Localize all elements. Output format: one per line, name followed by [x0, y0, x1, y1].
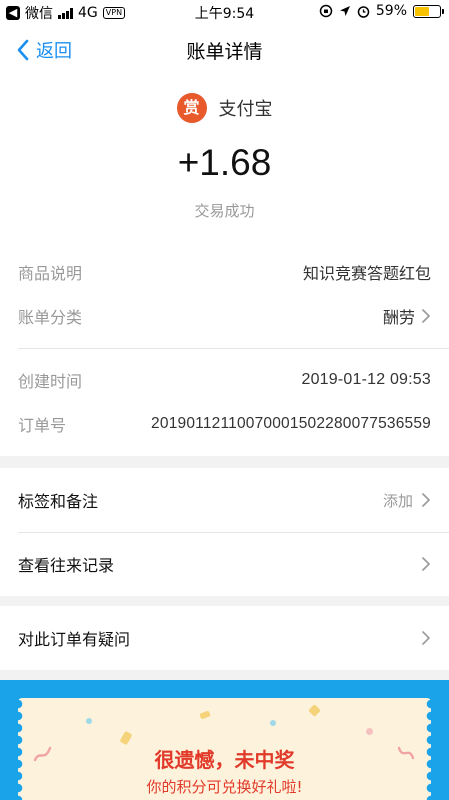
question-group: 对此订单有疑问	[0, 606, 449, 670]
merchant: 赏 支付宝	[0, 93, 449, 123]
actions-group: 标签和备注 添加 查看往来记录	[0, 468, 449, 596]
history-label: 查看往来记录	[18, 556, 115, 575]
order-row: 订单号 20190112110070001502280077536559	[18, 412, 431, 436]
chevron-right-icon	[422, 631, 431, 645]
promo-banner[interactable]: 很遗憾，未中奖 你的积分可兑换好礼啦!	[0, 680, 449, 800]
chevron-right-icon	[422, 557, 431, 571]
merchant-name: 支付宝	[218, 99, 273, 120]
confetti-decoration	[308, 704, 321, 717]
status-right: 59%	[319, 3, 444, 19]
confetti-decoration	[86, 718, 92, 724]
history-row[interactable]: 查看往来记录	[18, 532, 431, 596]
back-label: 返回	[36, 41, 72, 62]
status-left: ◀ 微信 4G VPN	[6, 3, 126, 23]
alarm-icon	[357, 5, 370, 18]
product-row: 商品说明 知识竞赛答题红包	[18, 260, 431, 284]
product-value: 知识竞赛答题红包	[302, 264, 431, 283]
category-value-group: 酬劳	[383, 304, 431, 328]
amount: +1.68	[177, 142, 272, 183]
promo-ticket[interactable]: 很遗憾，未中奖 你的积分可兑换好礼啦!	[18, 698, 431, 800]
location-icon	[339, 6, 350, 16]
trade-status: 交易成功	[194, 202, 255, 220]
question-row[interactable]: 对此订单有疑问	[18, 606, 431, 670]
merchant-logo: 赏	[176, 93, 207, 123]
carrier-label: 微信	[25, 6, 53, 22]
rotation-lock-icon	[319, 4, 333, 18]
created-value: 2019-01-12 09:53	[301, 371, 431, 388]
product-label: 商品说明	[18, 264, 83, 283]
signal-icon	[58, 7, 73, 19]
nav-bar: 返回 账单详情	[0, 24, 449, 76]
status-bar: ◀ 微信 4G VPN 上午9:54 59%	[0, 0, 449, 24]
created-row: 创建时间 2019-01-12 09:53	[18, 368, 431, 392]
promo-subtitle: 你的积分可兑换好礼啦!	[146, 778, 303, 796]
battery-fill	[415, 6, 430, 16]
question-action-group	[421, 630, 431, 646]
vpn-badge: VPN	[102, 7, 126, 19]
order-value: 20190112110070001502280077536559	[151, 415, 431, 432]
order-label: 订单号	[18, 416, 67, 435]
tags-label: 标签和备注	[18, 492, 99, 511]
question-label: 对此订单有疑问	[18, 630, 131, 649]
chevron-right-icon	[422, 309, 431, 323]
promo-title: 很遗憾，未中奖	[154, 748, 295, 772]
created-label: 创建时间	[18, 372, 83, 391]
bill-summary: 赏 支付宝 +1.68 交易成功	[0, 76, 449, 240]
bill-details: 商品说明 知识竞赛答题红包 账单分类 酬劳 创建时间 2019-01-12 09…	[0, 240, 449, 456]
tags-row[interactable]: 标签和备注 添加	[18, 468, 431, 532]
network-label: 4G	[78, 5, 98, 21]
confetti-decoration	[199, 710, 211, 720]
back-to-app-icon[interactable]: ◀	[6, 6, 20, 20]
category-row[interactable]: 账单分类 酬劳	[18, 304, 431, 328]
divider	[18, 348, 449, 349]
chevron-left-icon	[17, 39, 29, 61]
chevron-right-icon	[422, 493, 431, 507]
history-action-group	[421, 556, 431, 572]
back-button[interactable]: 返回	[16, 37, 72, 63]
category-label: 账单分类	[18, 308, 83, 327]
battery-percent: 59%	[375, 3, 407, 19]
confetti-decoration	[366, 728, 373, 735]
tags-add-text: 添加	[382, 491, 413, 510]
category-value: 酬劳	[382, 308, 415, 327]
battery-icon	[413, 4, 444, 18]
tags-action-group: 添加	[383, 490, 431, 511]
confetti-decoration	[270, 720, 276, 726]
